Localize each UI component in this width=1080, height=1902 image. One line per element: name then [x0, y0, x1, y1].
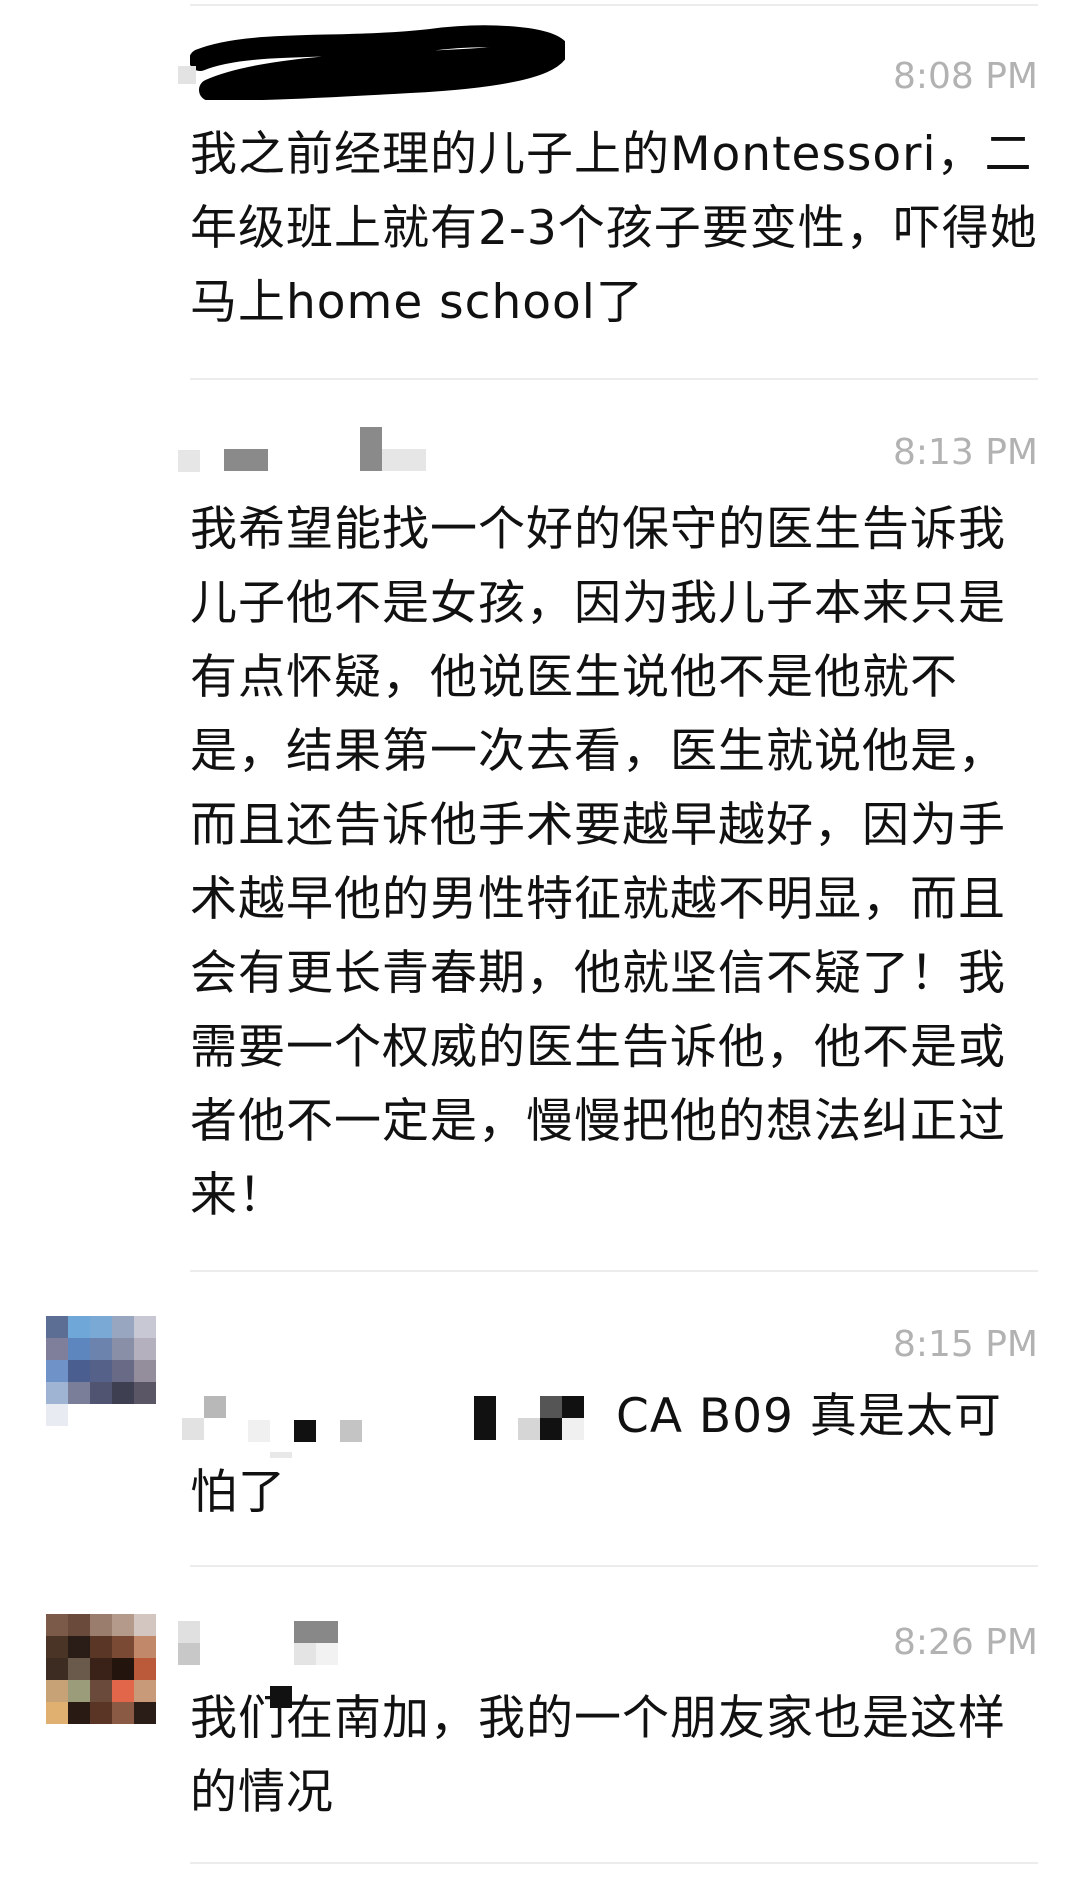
message-text: CA B09 真是太可: [616, 1389, 1002, 1444]
message-text: 我们在南加，我的一个朋友家也是这样的情况: [190, 1691, 1006, 1820]
message-text: 我之前经理的儿子上的Montessori，二年级班上就有2-3个孩子要变性，吓得…: [190, 127, 1038, 330]
message-text: 怕了: [190, 1465, 286, 1520]
mention-blurred: [474, 1396, 496, 1440]
sender-name-blurred: [360, 427, 382, 471]
mention-blurred: [294, 1420, 316, 1442]
divider-top: [190, 4, 1038, 6]
mention-blurred: [540, 1418, 562, 1440]
divider: [190, 1565, 1038, 1567]
sender-name-blurred: [178, 66, 196, 84]
sender-name-blurred: [316, 1643, 338, 1665]
name-redaction-scribble: [190, 25, 565, 100]
mention-blurred: [182, 1418, 204, 1440]
message-time: 8:26 PM: [892, 1622, 1038, 1663]
sender-name-blurred: [224, 449, 268, 471]
message-text: 我希望能找一个好的保守的医生告诉我儿子他不是女孩，因为我儿子本来只是有点怀疑，他…: [190, 502, 1006, 1223]
sender-name-blurred: [382, 449, 426, 471]
divider: [190, 378, 1038, 380]
avatar-blurred-2[interactable]: [46, 1614, 156, 1724]
divider: [190, 1862, 1038, 1864]
mention-blurred: [248, 1420, 270, 1442]
divider: [190, 1270, 1038, 1272]
sender-name-blurred: [178, 450, 200, 472]
message-time: 8:15 PM: [892, 1324, 1038, 1365]
mention-blurred: [340, 1420, 362, 1442]
mention-blurred: [540, 1396, 562, 1418]
sender-name-blurred: [294, 1643, 316, 1665]
sender-name-blurred: [178, 1643, 200, 1665]
sender-name-blurred: [294, 1621, 338, 1643]
message-time: 8:08 PM: [892, 56, 1038, 97]
avatar-blurred[interactable]: [46, 1316, 156, 1426]
sender-name-blurred: [178, 1621, 200, 1643]
mention-blurred: [562, 1396, 584, 1418]
message-time: 8:13 PM: [892, 432, 1038, 473]
mention-blurred: [518, 1418, 540, 1440]
mention-blurred: [562, 1418, 584, 1440]
mention-blurred: [204, 1396, 226, 1418]
